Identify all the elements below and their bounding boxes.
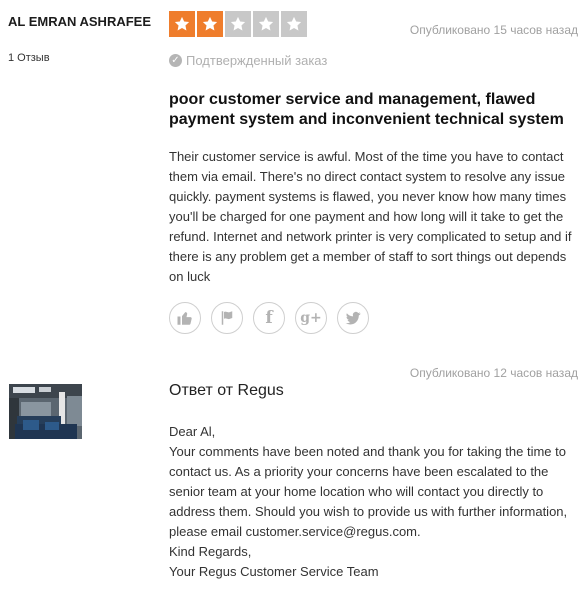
reply-body: Dear Al, Your comments have been noted a… [169,424,568,579]
facebook-share-button[interactable]: f [253,302,285,334]
star-filled-icon [197,11,223,37]
verified-order-label: Подтвержденный заказ [186,53,328,68]
review-title: poor customer service and management, fl… [169,91,564,128]
reviewer-name[interactable]: AL EMRAN ASHRAFEE [8,12,158,32]
reply-title: Ответ от Regus [169,382,284,399]
report-flag-button[interactable] [211,302,243,334]
review-published-date: Опубликовано 15 часов назад [409,23,578,37]
company-avatar [9,384,82,439]
star-rating [169,11,307,37]
star-empty-icon [281,11,307,37]
flag-icon [221,311,233,325]
check-circle-icon: ✓ [169,54,182,67]
google-plus-icon: g+ [300,310,322,326]
verified-order-badge: ✓ Подтвержденный заказ [169,53,327,68]
star-filled-icon [169,11,195,37]
twitter-share-button[interactable] [337,302,369,334]
reviewer-review-count[interactable]: 1 Отзыв [8,52,50,64]
twitter-icon [345,311,361,325]
google-plus-share-button[interactable]: g+ [295,302,327,334]
star-empty-icon [253,11,279,37]
star-empty-icon [225,11,251,37]
facebook-icon: f [265,308,273,328]
thumbs-up-button[interactable] [169,302,201,334]
review-body: Their customer service is awful. Most of… [169,149,572,284]
thumbs-up-icon [177,312,192,325]
reply-published-date: Опубликовано 12 часов назад [409,366,578,380]
review-actions: f g+ [169,302,369,334]
